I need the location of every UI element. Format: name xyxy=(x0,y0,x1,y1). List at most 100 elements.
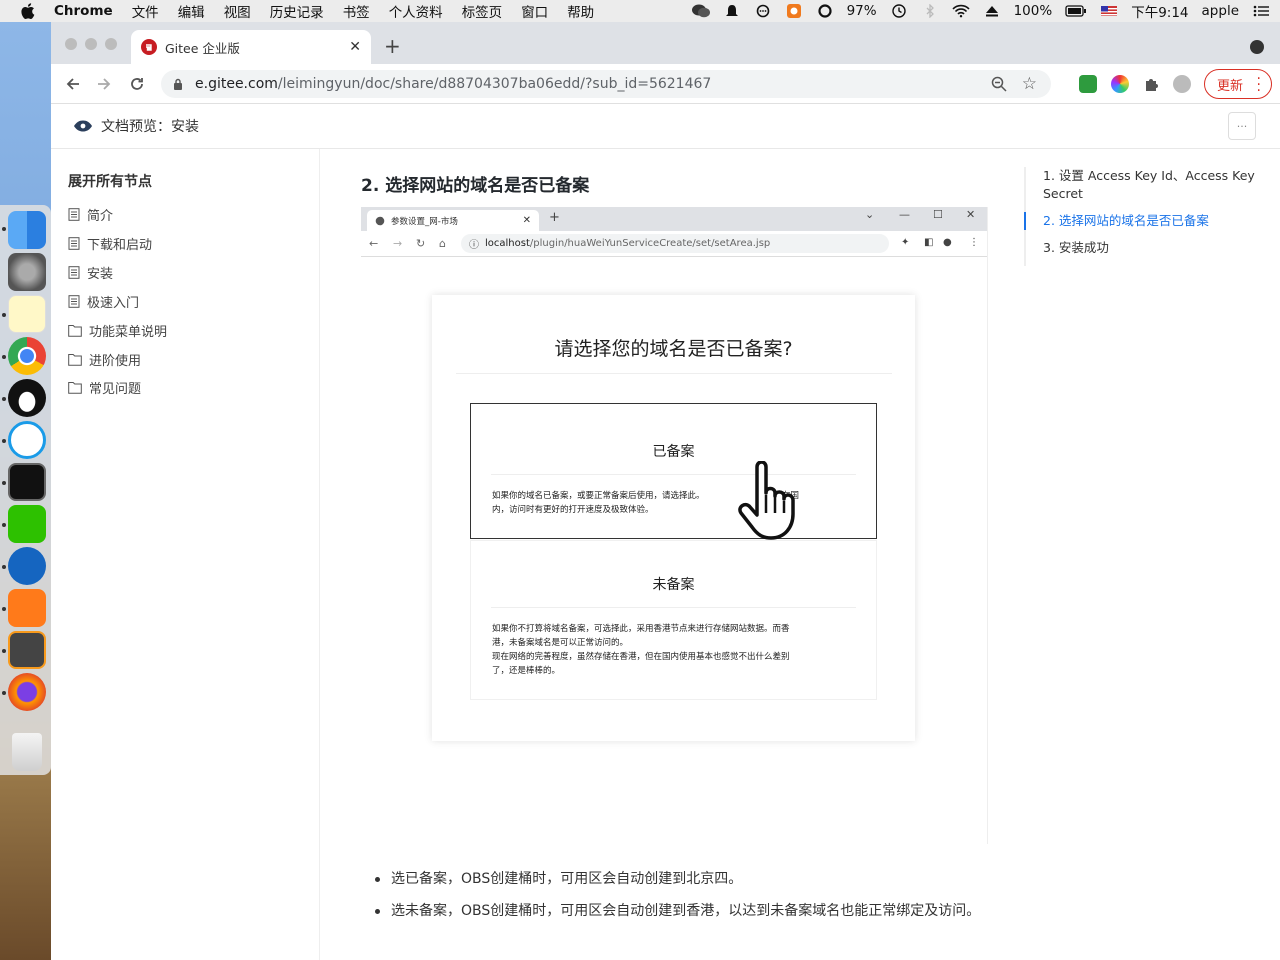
wechat-icon[interactable] xyxy=(8,505,46,543)
doc-content: 2. 选择网站的域名是否已备案 参数设置_网-市场 ✕ + ⌄ — ☐ ✕ ← … xyxy=(321,149,1021,960)
battery-icon[interactable] xyxy=(1065,4,1087,18)
option-not-filed-title: 未备案 xyxy=(652,577,695,593)
doc-preview-header: 文档预览：安装 ··· xyxy=(51,104,1280,149)
bell-icon[interactable] xyxy=(723,4,741,18)
trash-icon[interactable] xyxy=(12,733,42,771)
update-label: 更新 xyxy=(1217,78,1244,94)
finder-icon[interactable] xyxy=(8,211,46,249)
firefox-icon[interactable] xyxy=(8,673,46,711)
battery-percent-left: 97% xyxy=(846,3,877,19)
menu-app-name[interactable]: Chrome xyxy=(54,3,113,19)
terminal-icon[interactable] xyxy=(8,463,46,501)
notes-icon[interactable] xyxy=(8,295,46,333)
toc-item-domain-filing[interactable]: 2. 选择网站的域名是否已备案 xyxy=(1024,212,1260,230)
sidebar-item-quickstart[interactable]: 极速入门 xyxy=(68,291,139,311)
url-text: e.gitee.com/leimingyun/doc/share/d887043… xyxy=(195,76,711,92)
menu-view[interactable]: 视图 xyxy=(224,1,251,21)
system-preferences-icon[interactable] xyxy=(8,253,46,291)
option-not-filed-desc-1: 如果你不打算将域名备案，可选择此，采用香港节点来进行存储网站数据。而香 xyxy=(492,624,790,634)
eject-icon[interactable] xyxy=(983,4,1001,18)
wechat-status-icon[interactable] xyxy=(691,4,710,18)
bluetooth-icon[interactable] xyxy=(921,4,939,18)
reload-button[interactable] xyxy=(126,73,148,95)
extensions-puzzle-icon[interactable] xyxy=(1143,75,1161,93)
sublime-text-icon[interactable] xyxy=(8,631,46,669)
tab-gitee[interactable]: Gitee 企业版 ✕ xyxy=(131,30,371,64)
toc-item-install-success[interactable]: 3. 安装成功 xyxy=(1026,239,1260,257)
zoom-window-button[interactable] xyxy=(105,38,117,50)
menu-bookmarks[interactable]: 书签 xyxy=(343,1,370,21)
menu-profiles[interactable]: 个人资料 xyxy=(389,1,443,21)
more-vert-icon[interactable]: · · · xyxy=(1257,72,1261,98)
sidebar-item-menu-guide[interactable]: 功能菜单说明 xyxy=(68,320,167,340)
tab-title: Gitee 企业版 xyxy=(165,40,240,56)
forward-button[interactable] xyxy=(93,73,115,95)
dock-running-dot xyxy=(2,439,6,443)
folder-icon xyxy=(68,324,82,337)
clock[interactable]: 下午9:14 xyxy=(1131,1,1188,21)
dock-running-dot xyxy=(2,691,6,695)
update-button[interactable]: 更新 · · · xyxy=(1204,69,1272,99)
tab-close-icon[interactable]: ✕ xyxy=(349,39,361,55)
more-options-button[interactable]: ··· xyxy=(1228,112,1256,140)
menu-tabs[interactable]: 标签页 xyxy=(462,1,503,21)
user-name[interactable]: apple xyxy=(1202,3,1239,19)
wifi-icon[interactable] xyxy=(952,4,970,18)
orange-app-dock-icon[interactable] xyxy=(8,589,46,627)
apple-icon[interactable] xyxy=(21,3,35,19)
sidebar-item-advanced[interactable]: 进阶使用 xyxy=(68,349,141,369)
back-button[interactable] xyxy=(62,73,84,95)
folder-icon xyxy=(68,381,82,394)
close-window-button[interactable] xyxy=(65,38,77,50)
chat-bubble-icon[interactable] xyxy=(754,4,772,18)
doc-sidebar: 展开所有节点 简介 下载和启动 安装 极速入门 功能菜单说明 进阶使用 常见问题 xyxy=(51,149,320,960)
menu-history[interactable]: 历史记录 xyxy=(270,1,324,21)
new-tab-button[interactable]: + xyxy=(384,34,401,58)
profile-avatar-icon[interactable] xyxy=(1173,75,1191,93)
folder-icon xyxy=(68,353,82,366)
sidebar-item-label: 下载和启动 xyxy=(87,237,153,253)
screenshot-forward-icon: → xyxy=(393,237,403,250)
zoom-out-icon[interactable] xyxy=(991,76,1007,92)
screenshot-tab-strip: 参数设置_网-市场 ✕ + ⌄ — ☐ ✕ xyxy=(361,207,987,231)
dock-running-dot xyxy=(2,481,6,485)
toc-item-access-key[interactable]: 1. 设置 Access Key Id、Access Key Secret xyxy=(1026,167,1260,203)
menu-file[interactable]: 文件 xyxy=(132,1,159,21)
menu-help[interactable]: 帮助 xyxy=(567,1,594,21)
chrome-icon[interactable] xyxy=(8,337,46,375)
address-bar[interactable]: e.gitee.com/leimingyun/doc/share/d887043… xyxy=(161,70,1051,98)
screenshot-chevron-icon: ⌄ xyxy=(865,208,875,221)
menu-edit[interactable]: 编辑 xyxy=(178,1,205,21)
option-filed: 已备案 如果你的域名已备案，或要正常备案后使用，请选择此。件存储在国 内，访问时… xyxy=(470,403,877,539)
sidebar-item-install[interactable]: 安装 xyxy=(68,262,113,282)
screenshot-profile-icon: ● xyxy=(943,237,952,248)
qq-browser-icon[interactable] xyxy=(8,421,46,459)
menu-window[interactable]: 窗口 xyxy=(521,1,548,21)
minimize-window-button[interactable] xyxy=(85,38,97,50)
lock-icon[interactable] xyxy=(173,78,183,90)
sidebar-item-intro[interactable]: 简介 xyxy=(68,204,113,224)
expand-all-nodes-button[interactable]: 展开所有节点 xyxy=(68,171,152,191)
tab-search-icon[interactable] xyxy=(1250,40,1264,54)
screenshot-tab-close-icon: ✕ xyxy=(522,215,531,226)
screenshot-home-icon: ⌂ xyxy=(439,237,446,250)
sidebar-item-faq[interactable]: 常见问题 xyxy=(68,377,141,397)
control-center-icon[interactable] xyxy=(1252,4,1270,18)
qq-icon[interactable] xyxy=(8,379,46,417)
orange-app-icon[interactable] xyxy=(785,4,803,18)
sidebar-item-download[interactable]: 下载和启动 xyxy=(68,233,152,253)
ring-status-icon[interactable] xyxy=(816,4,834,18)
color-picker-extension-icon[interactable] xyxy=(1111,75,1129,93)
divider xyxy=(491,607,856,608)
us-flag-icon[interactable] xyxy=(1100,4,1118,18)
bookmark-star-icon[interactable]: ☆ xyxy=(1022,74,1037,94)
cors-extension-icon[interactable] xyxy=(1079,75,1097,93)
screenshot-tab-title: 参数设置_网-市场 xyxy=(391,216,458,227)
dock-running-dot xyxy=(2,355,6,359)
time-machine-icon[interactable] xyxy=(890,4,908,18)
remote-desktop-icon[interactable] xyxy=(8,547,46,585)
list-item: 选未备案，OBS创建桶时，可用区会自动创建到香港，以达到未备案域名也能正常绑定及… xyxy=(371,897,981,925)
mac-menubar: Chrome 文件 编辑 视图 历史记录 书签 个人资料 标签页 窗口 帮助 9… xyxy=(0,0,1280,22)
screenshot-address-bar: ⓘ localhost /plugin/huaWeiYunServiceCrea… xyxy=(461,234,889,253)
screenshot-sidepanel-icon: ◧ xyxy=(924,237,934,248)
